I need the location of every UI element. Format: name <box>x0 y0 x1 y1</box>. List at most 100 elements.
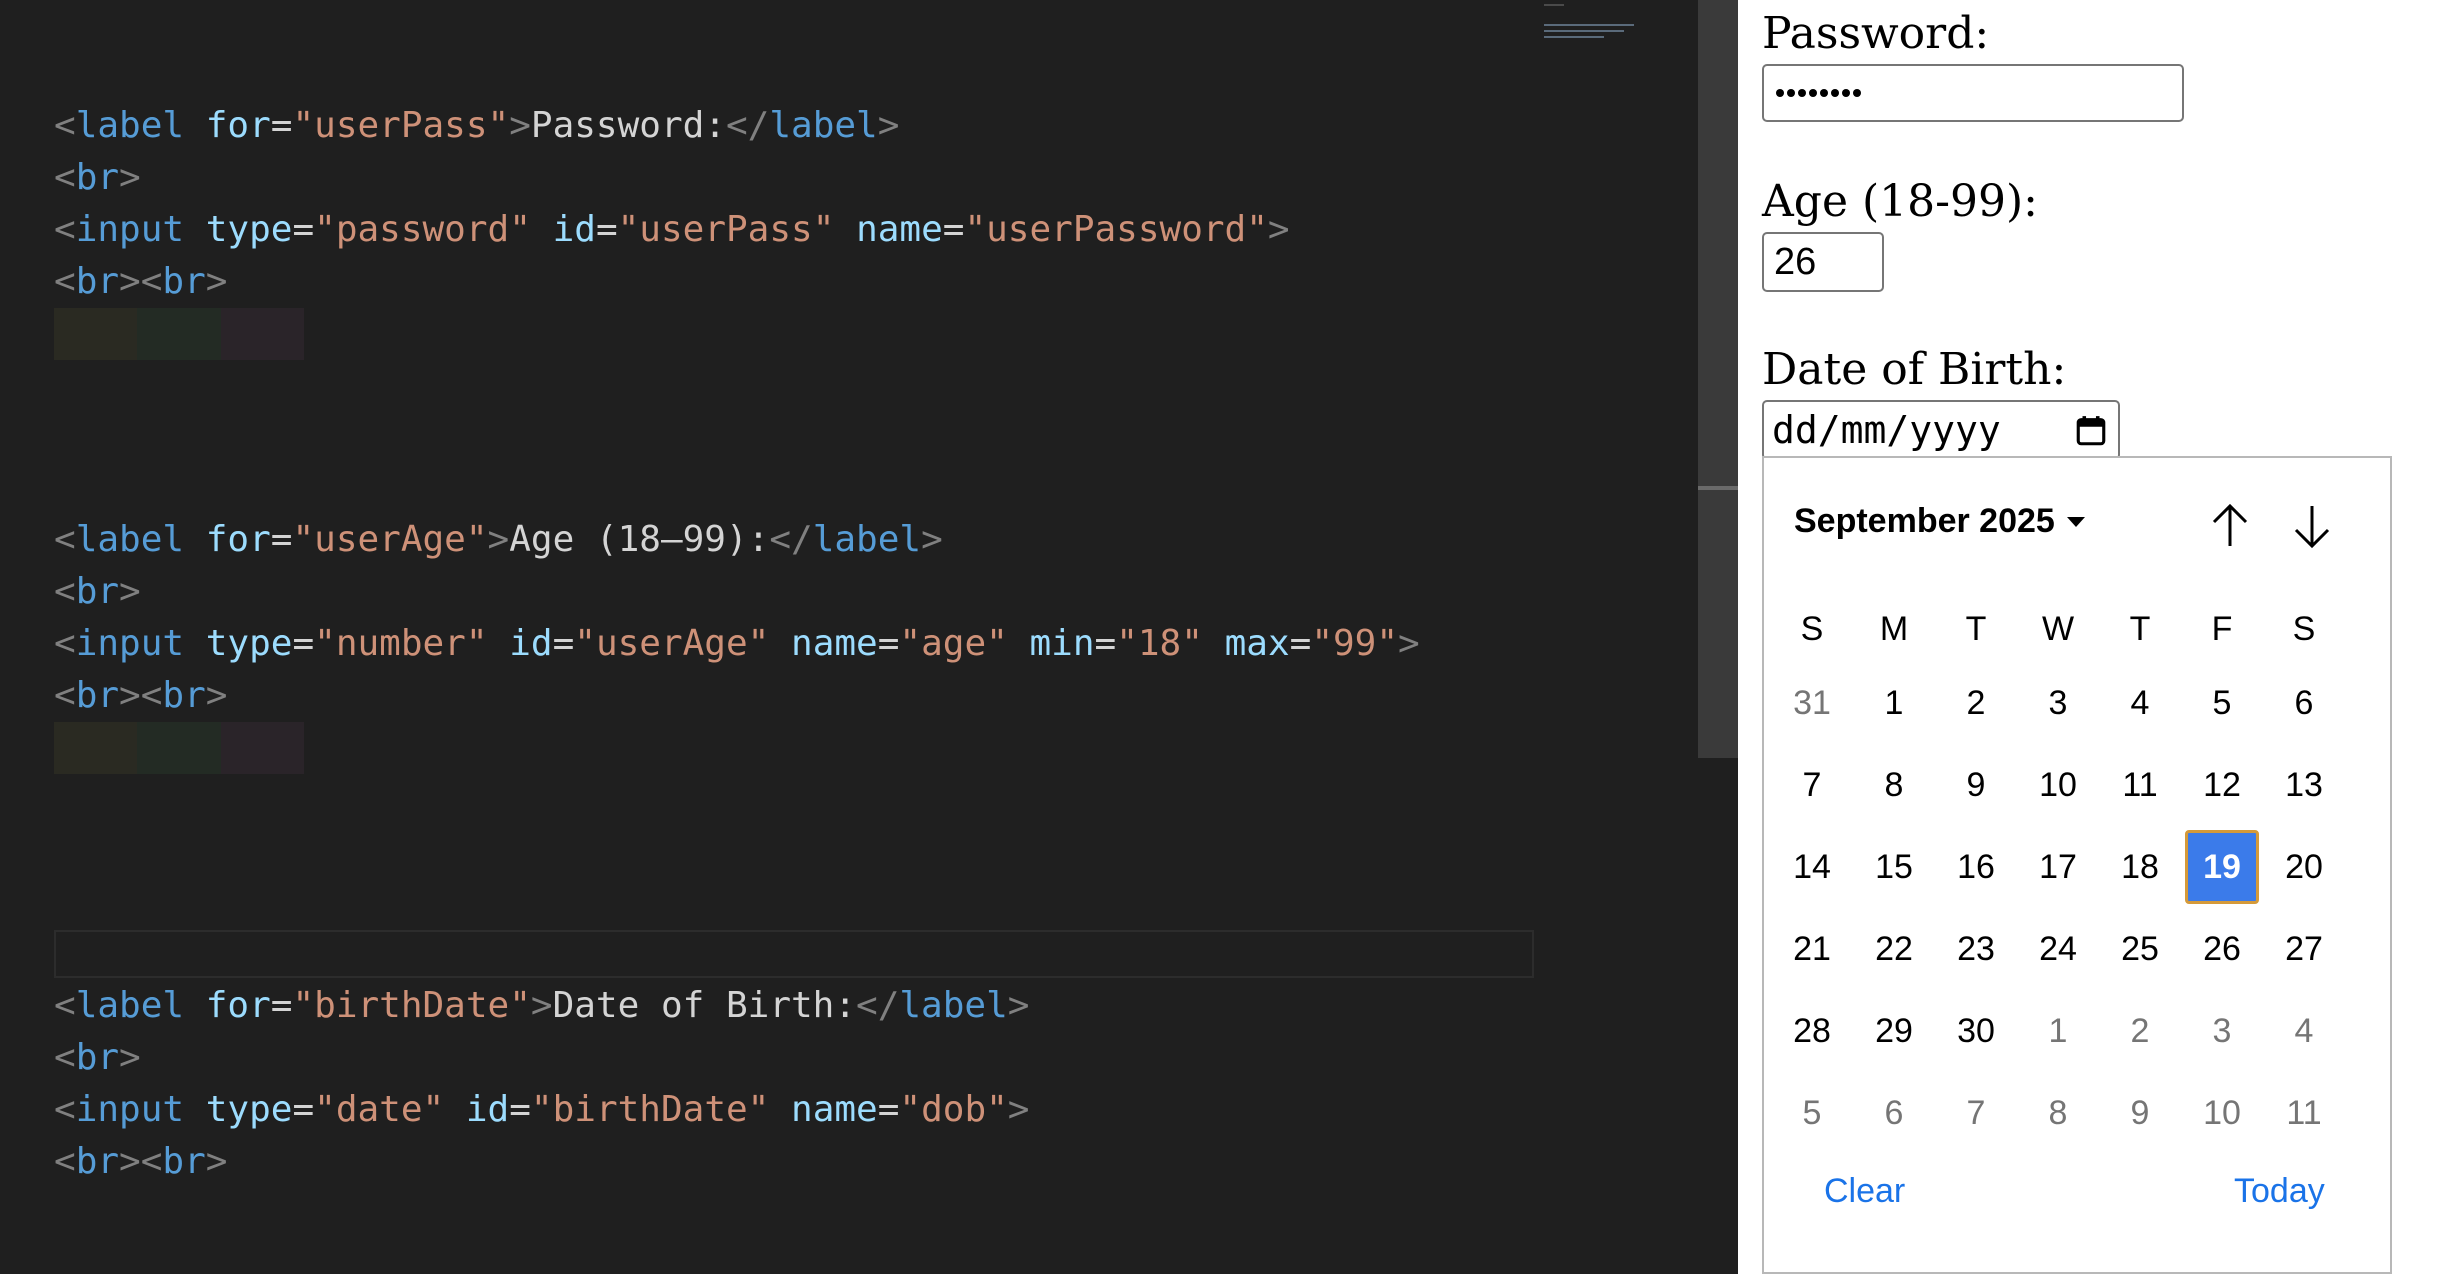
minimap[interactable] <box>1538 0 1638 40</box>
code-token: name <box>856 209 943 250</box>
day-cell[interactable]: 24 <box>2021 912 2095 986</box>
day-cell[interactable]: 4 <box>2103 666 2177 740</box>
day-cell[interactable]: 6 <box>2267 666 2341 740</box>
day-cell[interactable]: 20 <box>2267 830 2341 904</box>
day-cell[interactable]: 21 <box>1775 912 1849 986</box>
code-line[interactable]: <input type="date" id="birthDate" name="… <box>54 1084 1029 1136</box>
day-cell[interactable]: 8 <box>1857 748 1931 822</box>
code-token: "number" <box>314 623 488 664</box>
code-line[interactable]: <br><br> <box>54 1136 227 1188</box>
color-swatch <box>220 722 304 774</box>
color-swatch <box>54 308 138 360</box>
code-line[interactable]: <label for="userPass">Password:</label> <box>54 100 899 152</box>
day-cell[interactable]: 7 <box>1939 1076 2013 1150</box>
code-editor[interactable]: <label for="userPass">Password:</label> … <box>0 0 1698 1274</box>
weekday-label: M <box>1879 610 1909 648</box>
weekday-label: F <box>2211 610 2233 648</box>
color-decorator <box>54 722 304 774</box>
code-token: for <box>205 105 271 146</box>
day-cell[interactable]: 3 <box>2185 994 2259 1068</box>
day-cell[interactable]: 27 <box>2267 912 2341 986</box>
code-line[interactable]: <br><br> <box>54 670 227 722</box>
arrow-down-icon[interactable] <box>2282 496 2342 556</box>
code-line[interactable]: <input type="number" id="userAge" name="… <box>54 618 1420 670</box>
day-cell[interactable]: 14 <box>1775 830 1849 904</box>
code-line[interactable]: <label for="userAge">Age (18–99):</label… <box>54 514 943 566</box>
day-cell[interactable]: 18 <box>2103 830 2177 904</box>
code-token: "userAge" <box>292 519 488 560</box>
day-cell[interactable]: 2 <box>2103 994 2177 1068</box>
day-cell[interactable]: 29 <box>1857 994 1931 1068</box>
code-token: br <box>75 571 120 612</box>
day-cell[interactable]: 10 <box>2021 748 2095 822</box>
code-line[interactable]: <br> <box>54 566 141 618</box>
scrollbar-thumb[interactable] <box>1698 0 1738 758</box>
day-cell[interactable]: 9 <box>1939 748 2013 822</box>
day-cell[interactable]: 5 <box>2185 666 2259 740</box>
day-cell[interactable]: 13 <box>2267 748 2341 822</box>
age-field[interactable]: 26 <box>1762 232 1884 292</box>
code-line[interactable]: <br> <box>54 1032 141 1084</box>
day-cell[interactable]: 16 <box>1939 830 2013 904</box>
code-token: type <box>205 209 293 250</box>
day-cell[interactable]: 17 <box>2021 830 2095 904</box>
weekday-label: W <box>2041 610 2075 648</box>
day-cell[interactable]: 12 <box>2185 748 2259 822</box>
day-cell[interactable]: 3 <box>2021 666 2095 740</box>
day-cell[interactable]: 8 <box>2021 1076 2095 1150</box>
code-token: br <box>162 1141 206 1182</box>
day-cell[interactable]: 25 <box>2103 912 2177 986</box>
day-cell[interactable]: 30 <box>1939 994 2013 1068</box>
date-picker-popup[interactable]: September 2025 Clear Today S M T W T F S 31 1 2 3 4… <box>1762 456 2392 1274</box>
code-line[interactable]: <br><br> <box>54 256 227 308</box>
password-mask <box>1776 89 1864 97</box>
clear-button[interactable]: Clear <box>1824 1172 1905 1211</box>
day-cell[interactable]: 23 <box>1939 912 2013 986</box>
day-cell[interactable]: 11 <box>2267 1076 2341 1150</box>
code-token: br <box>75 1037 120 1078</box>
code-token: input <box>75 1089 185 1130</box>
scrollbar-marker <box>1698 486 1738 490</box>
code-line[interactable]: <br> <box>54 152 141 204</box>
today-button[interactable]: Today <box>2234 1172 2325 1211</box>
arrow-up-icon[interactable] <box>2200 496 2260 556</box>
code-token: label <box>75 985 185 1026</box>
code-token: "userAge" <box>574 623 770 664</box>
code-token: br <box>75 261 120 302</box>
month-year-selector[interactable]: September 2025 <box>1794 502 2085 541</box>
calendar-icon[interactable] <box>2074 414 2108 448</box>
code-token: br <box>162 675 206 716</box>
code-line[interactable]: <label for="birthDate">Date of Birth:</l… <box>54 980 1029 1032</box>
day-cell[interactable]: 10 <box>2185 1076 2259 1150</box>
day-cell[interactable]: 6 <box>1857 1076 1931 1150</box>
selected-day[interactable]: 19 <box>2185 830 2259 904</box>
day-cell[interactable]: 26 <box>2185 912 2259 986</box>
weekday-label: S <box>2292 610 2316 648</box>
day-cell[interactable]: 1 <box>1857 666 1931 740</box>
day-cell[interactable]: 28 <box>1775 994 1849 1068</box>
day-cell[interactable]: 31 <box>1775 666 1849 740</box>
code-token: name <box>791 1089 878 1130</box>
code-token: label <box>769 105 878 146</box>
day-cell[interactable]: 9 <box>2103 1076 2177 1150</box>
code-token: label <box>75 519 185 560</box>
code-token: max <box>1224 623 1290 664</box>
password-field[interactable] <box>1762 64 2184 122</box>
day-cell[interactable]: 11 <box>2103 748 2177 822</box>
code-line[interactable]: <input type="password" id="userPass" nam… <box>54 204 1290 256</box>
day-cell[interactable]: 2 <box>1939 666 2013 740</box>
code-token: label <box>812 519 922 560</box>
day-cell[interactable]: 1 <box>2021 994 2095 1068</box>
day-cell[interactable]: 7 <box>1775 748 1849 822</box>
code-token: label <box>75 105 185 146</box>
code-token: br <box>75 157 120 198</box>
day-cell[interactable]: 4 <box>2267 994 2341 1068</box>
day-cell[interactable]: 5 <box>1775 1076 1849 1150</box>
caret-down-icon <box>2066 516 2085 527</box>
code-token: id <box>509 623 553 664</box>
day-cell[interactable]: 22 <box>1857 912 1931 986</box>
dob-field[interactable]: dd/mm/yyyy <box>1762 400 2120 460</box>
code-token: "userPass" <box>292 105 510 146</box>
day-cell[interactable]: 15 <box>1857 830 1931 904</box>
current-line-highlight <box>54 930 1534 978</box>
